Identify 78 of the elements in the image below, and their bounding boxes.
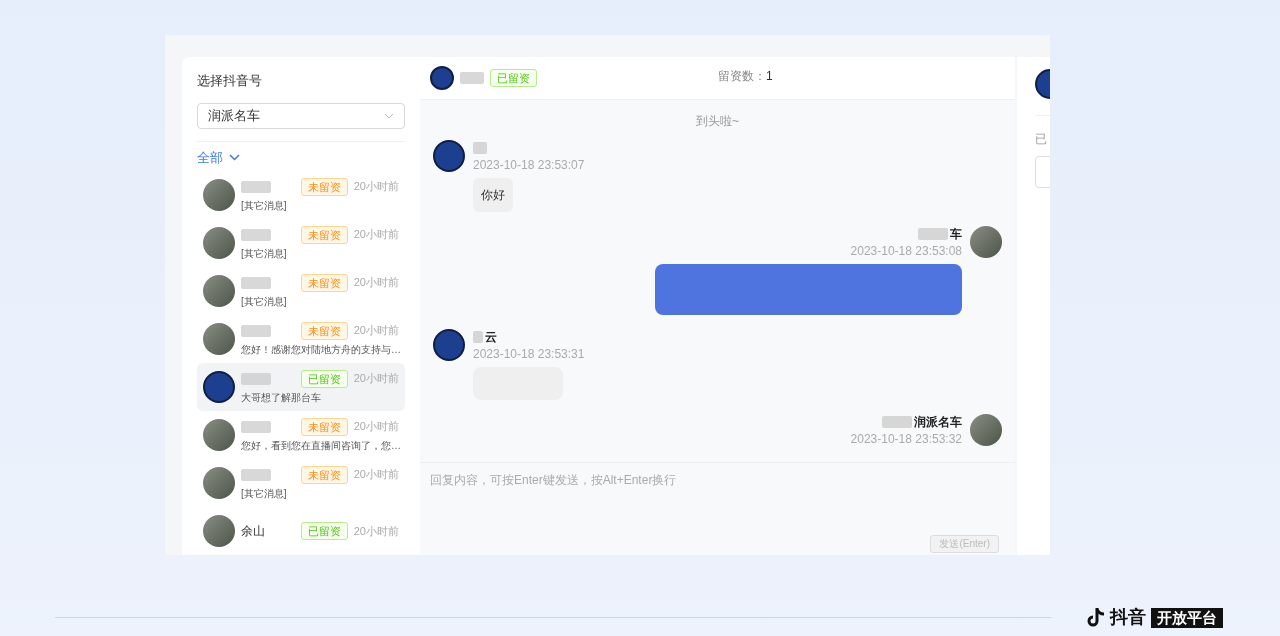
blurred-name bbox=[241, 180, 271, 193]
lead-status-tag: 未留资 bbox=[300, 417, 348, 436]
lead-status-tag: 未留资 bbox=[300, 465, 348, 484]
filter-dropdown[interactable]: 全部 bbox=[197, 147, 240, 167]
message-preview: 您好，看到您在直播间咨询了，您… bbox=[241, 438, 401, 453]
contact-time: 20小时前 bbox=[353, 371, 399, 387]
logo-avatar bbox=[433, 140, 465, 172]
contact-time: 20小时前 bbox=[353, 179, 399, 195]
blurred-name bbox=[241, 276, 271, 289]
message-time: 2023-10-18 23:53:08 bbox=[850, 243, 962, 260]
logo-avatar bbox=[430, 66, 454, 90]
avatar-photo bbox=[970, 414, 1002, 446]
avatar-photo bbox=[970, 226, 1002, 258]
message-preview: [其它消息] bbox=[241, 294, 287, 309]
blurred-name bbox=[241, 324, 271, 337]
message-time: 2023-10-18 23:53:32 bbox=[850, 431, 962, 448]
blurred-name bbox=[460, 72, 484, 84]
contact-item[interactable]: 未留资 20小时前 您好！感谢您对陆地方舟的支持与… bbox=[197, 315, 405, 363]
lead-status-tag: 未留资 bbox=[300, 273, 348, 292]
message-preview: 您好！感谢您对陆地方舟的支持与… bbox=[241, 342, 401, 357]
reply-field[interactable]: 回复内容，可按Enter键发送，按Alt+Enter换行 bbox=[430, 471, 1005, 489]
lead-status-tag: 未留资 bbox=[300, 321, 348, 340]
lead-status-tag: 已留资 bbox=[490, 69, 537, 87]
avatar-photo bbox=[203, 467, 235, 499]
brand-tag: 开放平台 bbox=[1151, 607, 1223, 628]
avatar-photo bbox=[203, 275, 235, 307]
contact-time: 20小时前 bbox=[353, 523, 399, 539]
avatar-photo bbox=[203, 323, 235, 355]
contact-time: 20小时前 bbox=[353, 275, 399, 291]
message-preview: [其它消息] bbox=[241, 486, 287, 501]
message-preview: [其它消息] bbox=[241, 198, 287, 213]
contact-time: 20小时前 bbox=[353, 323, 399, 339]
message-bubble: 你好 bbox=[473, 178, 513, 212]
avatar-photo bbox=[203, 179, 235, 211]
blurred-name bbox=[241, 372, 271, 385]
message-preview: [其它消息] bbox=[241, 246, 287, 261]
avatar-photo bbox=[203, 419, 235, 451]
lead-status-tag: 未留资 bbox=[300, 225, 348, 244]
logo-avatar bbox=[203, 371, 235, 403]
message-time: 2023-10-18 23:53:07 bbox=[473, 157, 585, 174]
sidebar-title: 选择抖音号 bbox=[197, 72, 263, 90]
brand-name: 抖音 bbox=[1110, 606, 1146, 629]
avatar-photo bbox=[203, 227, 235, 259]
sender-name: 云 bbox=[485, 329, 497, 346]
contact-time: 20小时前 bbox=[353, 227, 399, 243]
contact-item[interactable]: 未留资 20小时前 [其它消息] bbox=[197, 171, 405, 219]
contact-item[interactable]: 已留资 20小时前 大哥想了解那台车 bbox=[197, 363, 405, 411]
message-preview: 大哥想了解那台车 bbox=[241, 390, 321, 405]
avatar-photo bbox=[203, 515, 235, 547]
sender-name: 车 bbox=[950, 226, 962, 243]
contact-time: 20小时前 bbox=[353, 419, 399, 435]
note-icon bbox=[1087, 606, 1107, 629]
blurred-name bbox=[241, 468, 271, 481]
sender-name: 润派名车 bbox=[914, 414, 962, 431]
top-notice: 到头啦~ bbox=[696, 113, 739, 130]
lead-count: 留资数：1 bbox=[718, 68, 773, 85]
contact-item[interactable]: 未留资 20小时前 您好，看到您在直播间咨询了，您… bbox=[197, 411, 405, 459]
blurred-name bbox=[918, 228, 948, 240]
contact-item[interactable]: 未留资 20小时前 [其它消息] bbox=[197, 267, 405, 315]
lead-status-tag: 已留资 bbox=[300, 369, 348, 388]
blurred-name bbox=[241, 420, 271, 433]
lead-status-tag: 未留资 bbox=[300, 177, 348, 196]
logo-avatar bbox=[433, 329, 465, 361]
lead-status-tag: 已留资 bbox=[300, 522, 348, 540]
blurred-name bbox=[882, 416, 912, 428]
blurred-name bbox=[241, 228, 271, 241]
contact-time: 20小时前 bbox=[353, 467, 399, 483]
account-select[interactable]: 润派名车 bbox=[197, 102, 405, 129]
blurred-name bbox=[473, 142, 487, 154]
panel-label: 已 bbox=[1035, 131, 1048, 148]
message-time: 2023-10-18 23:53:31 bbox=[473, 346, 585, 363]
blurred-name bbox=[473, 331, 483, 343]
chevron-down-icon bbox=[229, 153, 240, 161]
chevron-down-icon bbox=[384, 112, 394, 119]
contact-item[interactable]: 未留资 20小时前 [其它消息] bbox=[197, 219, 405, 267]
contact-item[interactable]: 余山 已留资 20小时前 bbox=[197, 507, 405, 555]
contact-item[interactable]: 未留资 20小时前 [其它消息] bbox=[197, 459, 405, 507]
contact-name: 余山 bbox=[241, 523, 265, 540]
